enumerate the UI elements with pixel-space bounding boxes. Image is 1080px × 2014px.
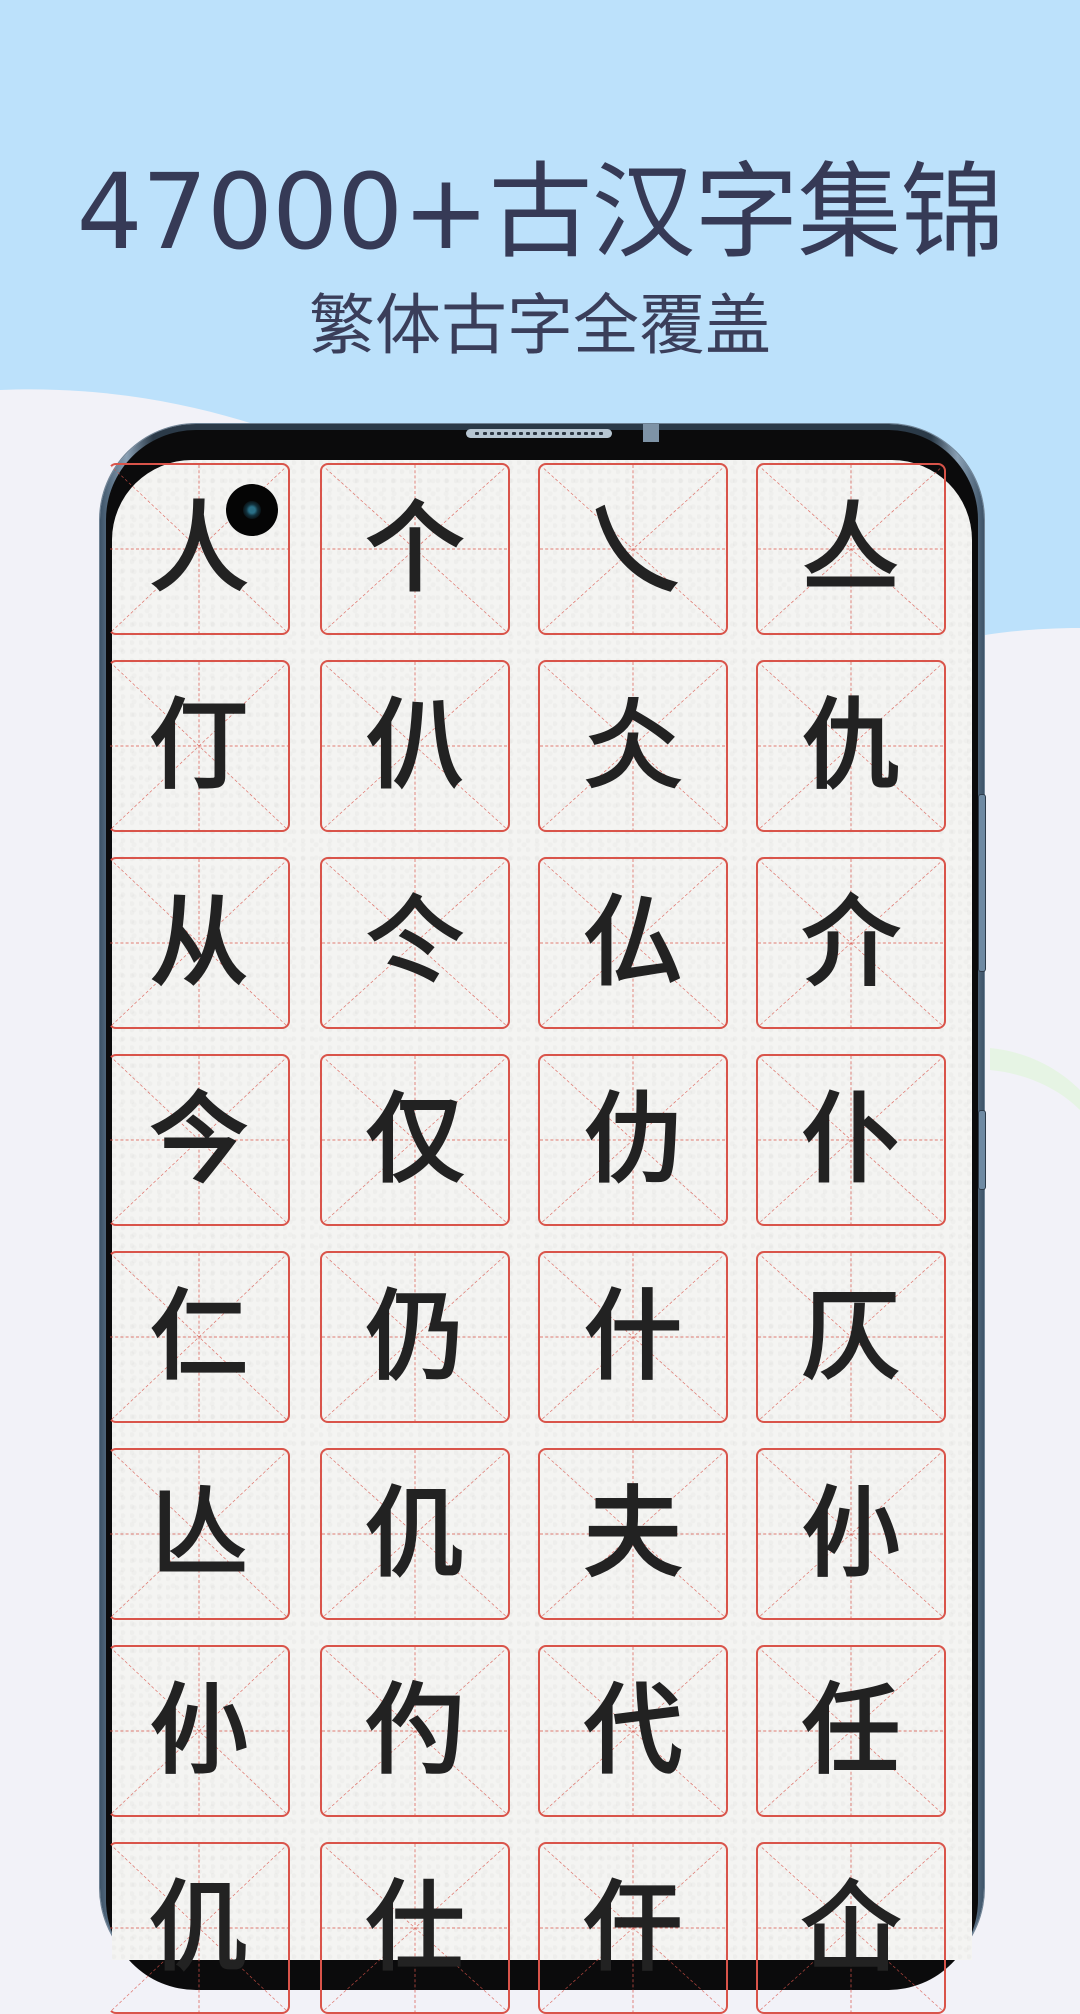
character-glyph: 夫	[583, 1476, 682, 1591]
character-glyph: 仃	[149, 688, 248, 803]
character-glyph: 仍	[365, 1279, 464, 1394]
character-cell[interactable]: 仆	[756, 1054, 946, 1226]
character-cell[interactable]: 亼	[756, 463, 946, 635]
character-cell[interactable]: 夫	[538, 1448, 728, 1620]
character-cell[interactable]: 今	[108, 1054, 290, 1226]
character-cell[interactable]: 仅	[320, 1054, 510, 1226]
character-cell[interactable]: 仇	[756, 660, 946, 832]
character-cell[interactable]: 仢	[320, 1645, 510, 1817]
promo-headline: 47000+古汉字集锦	[76, 151, 1005, 273]
speaker-grill-icon	[466, 429, 612, 438]
character-glyph: 任	[801, 1673, 900, 1788]
character-glyph: 亾	[149, 1476, 248, 1591]
character-cell[interactable]: 亾	[108, 1448, 290, 1620]
sensor-icon	[643, 424, 659, 442]
character-glyph: 什	[583, 1279, 682, 1394]
character-cell[interactable]: 任	[756, 1645, 946, 1817]
character-cell[interactable]: 从	[108, 857, 290, 1029]
character-glyph: 今	[149, 1082, 248, 1197]
character-cell[interactable]: 仦	[756, 1448, 946, 1620]
character-cell[interactable]: 仍	[320, 1251, 510, 1423]
character-glyph: 仒	[365, 885, 464, 1000]
character-glyph: 仦	[801, 1476, 900, 1591]
character-cell[interactable]: 仕	[320, 1842, 510, 2014]
character-cell[interactable]: 仠	[538, 1842, 728, 2014]
character-glyph: 仌	[583, 688, 682, 803]
character-glyph: 仠	[583, 1870, 682, 1985]
phone-power-button	[978, 1110, 986, 1190]
character-cell[interactable]: 仁	[108, 1251, 290, 1423]
character-cell[interactable]: 个	[320, 463, 510, 635]
character-cell[interactable]: 仂	[538, 1054, 728, 1226]
character-glyph: 仉	[149, 1870, 248, 1985]
character-cell[interactable]: 仄	[756, 1251, 946, 1423]
character-glyph: 介	[801, 885, 900, 1000]
character-cell[interactable]: 介	[756, 857, 946, 1029]
character-glyph: 仢	[365, 1673, 464, 1788]
character-glyph: 个	[365, 491, 464, 606]
character-cell[interactable]: 仉	[108, 1842, 290, 2014]
character-cell[interactable]: 乀	[538, 463, 728, 635]
character-glyph: 仕	[365, 1870, 464, 1985]
character-glyph: 仚	[801, 1870, 900, 1985]
phone-volume-button	[978, 794, 986, 972]
camera-icon	[226, 484, 278, 536]
character-glyph: 从	[149, 885, 248, 1000]
character-glyph: 仂	[583, 1082, 682, 1197]
character-glyph: 仇	[801, 688, 900, 803]
character-cell[interactable]: 仈	[320, 660, 510, 832]
promo-subheadline: 繁体古字全覆盖	[309, 287, 771, 364]
character-cell[interactable]: 仚	[756, 1842, 946, 2014]
character-cell[interactable]: 代	[538, 1645, 728, 1817]
character-glyph: 仈	[365, 688, 464, 803]
character-cell[interactable]: 仉	[320, 1448, 510, 1620]
character-glyph: 仏	[583, 885, 682, 1000]
character-glyph: 仉	[365, 1476, 464, 1591]
character-glyph: 仦	[149, 1673, 248, 1788]
character-cell[interactable]: 仃	[108, 660, 290, 832]
character-cell[interactable]: 仦	[108, 1645, 290, 1817]
character-glyph: 仄	[801, 1279, 900, 1394]
character-cell[interactable]: 仒	[320, 857, 510, 1029]
character-glyph: 仅	[365, 1082, 464, 1197]
character-glyph: 仁	[149, 1279, 248, 1394]
character-glyph: 亼	[801, 491, 900, 606]
character-glyph: 乀	[583, 491, 682, 606]
character-cell[interactable]: 仌	[538, 660, 728, 832]
character-cell[interactable]: 什	[538, 1251, 728, 1423]
character-cell[interactable]: 仏	[538, 857, 728, 1029]
character-glyph: 仆	[801, 1082, 900, 1197]
character-glyph: 代	[583, 1673, 682, 1788]
